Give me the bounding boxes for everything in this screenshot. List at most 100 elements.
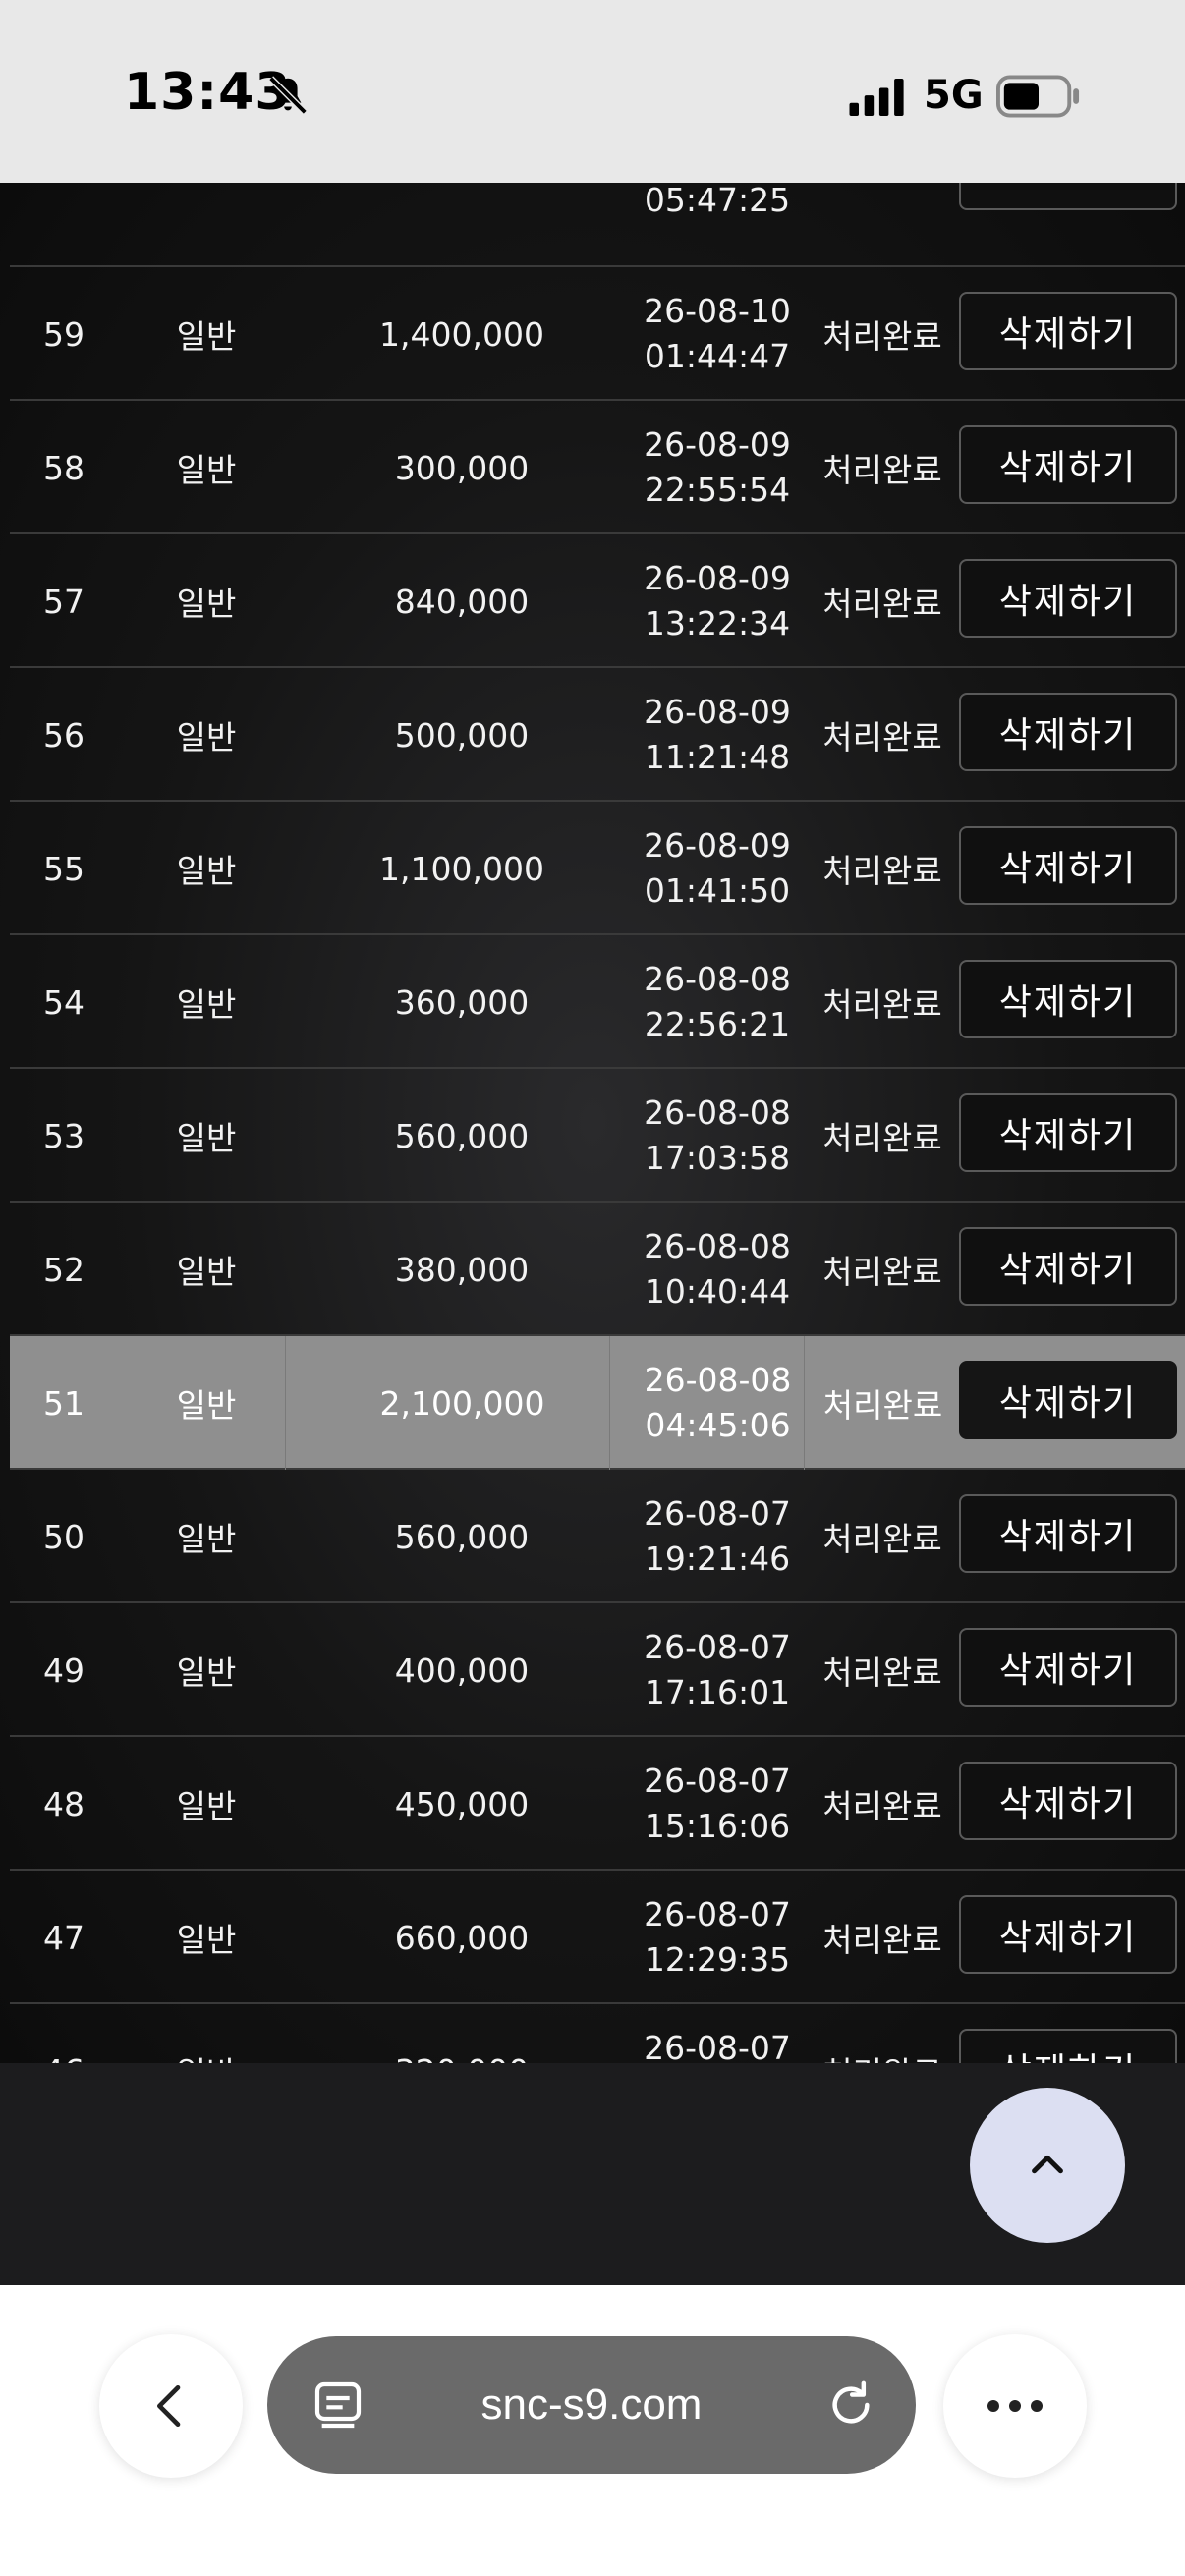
url-text: snc-s9.com xyxy=(480,2380,703,2429)
delete-button[interactable]: 삭제하기 xyxy=(959,559,1177,638)
row-date: 26-08-09 xyxy=(644,826,791,865)
delete-button[interactable]: 삭제하기 xyxy=(959,425,1177,504)
more-button[interactable] xyxy=(943,2334,1087,2478)
row-action: 삭제하기 xyxy=(955,935,1181,1069)
delete-button[interactable]: 삭제하기 xyxy=(959,1628,1177,1707)
row-date: 26-08-09 xyxy=(644,559,791,597)
row-amount: 400,000 xyxy=(394,1651,530,1690)
delete-button[interactable]: 삭제하기 xyxy=(959,1093,1177,1172)
row-status: 처리완료 xyxy=(822,1119,942,1157)
row-type: 일반 xyxy=(176,1253,237,1291)
delete-button[interactable]: 삭제하기 xyxy=(959,1762,1177,1840)
delete-button[interactable]: 삭제하기 xyxy=(959,693,1177,771)
row-type: 일반 xyxy=(176,1520,237,1558)
delete-button[interactable]: 삭제하기 xyxy=(959,826,1177,905)
row-type: 일반 xyxy=(176,718,237,756)
table-row[interactable]: 48 일반 450,000 26-08-07 15:16:06 처리완료 삭제하기 xyxy=(10,1737,1185,1871)
row-amount: 360,000 xyxy=(394,982,530,1022)
row-datetime: 26-08-08 17:03:58 xyxy=(609,1069,825,1203)
table-row[interactable]: 54 일반 360,000 26-08-08 22:56:21 처리완료 삭제하기 xyxy=(10,935,1185,1069)
row-date: 26-08-07 xyxy=(644,2029,791,2063)
table-row[interactable]: 57 일반 840,000 26-08-09 13:22:34 처리완료 삭제하기 xyxy=(10,534,1185,668)
row-time: 11:21:48 xyxy=(644,738,791,776)
row-type: 일반 xyxy=(128,2004,285,2063)
row-time: 01:41:50 xyxy=(644,871,791,910)
row-amount: 840,000 xyxy=(394,582,530,621)
table-row[interactable]: 46일반320,00026-08-0709:37:52처리완료삭제하기 xyxy=(10,2004,1185,2063)
scroll-top-button[interactable] xyxy=(970,2088,1125,2243)
row-datetime: 26-08-09 22:55:54 xyxy=(609,401,825,534)
row-number: 47 xyxy=(43,1918,85,1957)
row-number: 46 xyxy=(10,2004,118,2064)
table-row[interactable]: 51 일반 2,100,000 26-08-08 04:45:06 처리완료 삭제하기 xyxy=(10,1336,1185,1470)
row-type xyxy=(128,183,285,267)
table-row[interactable]: 53 일반 560,000 26-08-08 17:03:58 처리완료 삭제하기 xyxy=(10,1069,1185,1203)
row-time: 19:21:46 xyxy=(644,1540,791,1578)
more-icon xyxy=(988,2400,1043,2412)
row-status: 처리완료 xyxy=(822,852,942,890)
table-row[interactable]: 50 일반 560,000 26-08-07 19:21:46 처리완료 삭제하기 xyxy=(10,1470,1185,1603)
row-datetime: 26-08-09 13:22:34 xyxy=(609,534,825,668)
row-number: 53 xyxy=(43,1116,85,1155)
row-action: 삭제하기 xyxy=(955,802,1181,935)
delete-button[interactable]: 삭제하기 xyxy=(959,1895,1177,1974)
delete-button[interactable]: 삭제하기 xyxy=(959,1361,1177,1439)
delete-button[interactable]: 삭제하기 xyxy=(959,1227,1177,1306)
row-status: 처리완료 xyxy=(822,585,942,623)
row-date: 26-08-10 xyxy=(644,292,791,330)
delete-button[interactable]: 삭제하기 xyxy=(959,292,1177,370)
row-time: 17:16:01 xyxy=(644,1673,791,1711)
delete-button[interactable]: 삭제하기 xyxy=(959,960,1177,1038)
reload-icon[interactable] xyxy=(823,2378,878,2433)
row-type: 일반 xyxy=(176,852,237,890)
table-body: 05:47:25 59 일반 1,400,000 26-08-10 01:44:47 처리완… xyxy=(0,183,1185,2063)
row-amount: 450,000 xyxy=(394,1784,530,1823)
row-amount: 320,000 xyxy=(285,2004,639,2064)
row-datetime: 26-08-07 19:21:46 xyxy=(609,1470,825,1603)
row-status: 처리완료 xyxy=(804,2004,961,2063)
status-bar: 13:43 5G xyxy=(0,0,1185,183)
table-row[interactable]: 59 일반 1,400,000 26-08-10 01:44:47 처리완료 삭제하기 xyxy=(10,267,1185,401)
withdrawal-list[interactable]: 05:47:25 59 일반 1,400,000 26-08-10 01:44:47 처리완… xyxy=(0,183,1185,2063)
table-row[interactable]: 49 일반 400,000 26-08-07 17:16:01 처리완료 삭제하기 xyxy=(10,1603,1185,1737)
row-type: 일반 xyxy=(176,1386,237,1425)
row-datetime: 26-08-08 04:45:06 xyxy=(609,1336,825,1470)
row-time: 13:22:34 xyxy=(644,604,791,643)
battery-icon xyxy=(996,75,1080,118)
row-type: 일반 xyxy=(176,1787,237,1825)
table-row[interactable]: 47 일반 660,000 26-08-07 12:29:35 처리완료 삭제하기 xyxy=(10,1871,1185,2004)
delete-button[interactable]: 삭제하기 xyxy=(959,1494,1177,1573)
table-row[interactable]: 56 일반 500,000 26-08-09 11:21:48 처리완료 삭제하기 xyxy=(10,668,1185,802)
row-status: 처리완료 xyxy=(822,1253,942,1291)
row-type: 일반 xyxy=(176,451,237,489)
delete-button[interactable] xyxy=(959,183,1177,210)
row-time: 17:03:58 xyxy=(644,1139,791,1177)
table-row[interactable]: 55 일반 1,100,000 26-08-09 01:41:50 처리완료 삭제하기 xyxy=(10,802,1185,935)
row-datetime: 26-08-0709:37:52 xyxy=(609,2004,825,2063)
row-number: 48 xyxy=(43,1784,85,1823)
address-bar[interactable]: snc-s9.com xyxy=(267,2336,916,2474)
row-date: 26-08-07 xyxy=(644,1762,791,1800)
row-amount: 2,100,000 xyxy=(285,1336,639,1470)
table-row[interactable]: 05:47:25 xyxy=(10,183,1185,267)
table-row[interactable]: 52 일반 380,000 26-08-08 10:40:44 처리완료 삭제하기 xyxy=(10,1203,1185,1336)
row-type: 일반 xyxy=(176,1653,237,1692)
row-number: 54 xyxy=(43,982,85,1022)
row-type: 일반 xyxy=(176,1119,237,1157)
row-date: 26-08-08 xyxy=(644,960,791,998)
row-action: 삭제하기 xyxy=(955,534,1181,668)
row-status: 처리완료 xyxy=(822,718,942,756)
row-date: 26-08-08 xyxy=(644,1361,792,1399)
row-datetime: 26-08-09 11:21:48 xyxy=(609,668,825,802)
row-number: 59 xyxy=(43,314,85,354)
row-status: 처리완료 xyxy=(822,985,942,1024)
row-action: 삭제하기 xyxy=(955,401,1181,534)
row-amount: 660,000 xyxy=(394,1918,530,1957)
row-number: 55 xyxy=(43,849,85,888)
bell-off-icon xyxy=(268,76,308,115)
row-number: 52 xyxy=(43,1250,85,1289)
table-row[interactable]: 58 일반 300,000 26-08-09 22:55:54 처리완료 삭제하기 xyxy=(10,401,1185,534)
delete-button[interactable]: 삭제하기 xyxy=(959,2029,1177,2063)
row-type: 일반 xyxy=(176,1921,237,1959)
back-button[interactable] xyxy=(99,2334,243,2478)
